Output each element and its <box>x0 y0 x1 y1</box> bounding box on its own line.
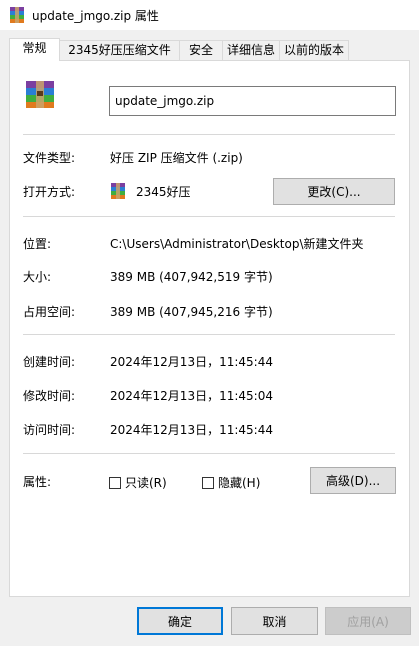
file-type-label: 文件类型: <box>23 151 76 165</box>
open-with-value: 2345好压 <box>136 185 191 199</box>
divider <box>23 334 395 335</box>
file-name-field[interactable] <box>109 86 396 116</box>
tab-2345-archive[interactable]: 2345好压压缩文件 <box>59 40 180 60</box>
divider <box>23 134 395 135</box>
divider <box>23 216 395 217</box>
hidden-label: 隐藏(H) <box>218 476 261 490</box>
divider <box>23 453 395 454</box>
location-label: 位置: <box>23 237 52 251</box>
archive-icon <box>10 7 24 23</box>
general-panel: 文件类型: 好压 ZIP 压缩文件 (.zip) 打开方式: 2345好压 更改… <box>9 60 410 597</box>
window-title: update_jmgo.zip 属性 <box>32 9 159 23</box>
readonly-label: 只读(R) <box>125 476 167 490</box>
readonly-checkbox[interactable]: 只读(R) <box>109 474 167 491</box>
archive-icon <box>26 81 54 108</box>
accessed-value: 2024年12月13日，11:45:44 <box>110 423 273 437</box>
tab-previous-versions[interactable]: 以前的版本 <box>279 40 349 60</box>
archive-icon <box>111 183 125 199</box>
size-on-disk-label: 占用空间: <box>23 305 76 319</box>
ok-button[interactable]: 确定 <box>137 607 223 635</box>
change-button[interactable]: 更改(C)... <box>273 178 395 205</box>
size-value: 389 MB (407,942,519 字节) <box>110 270 273 284</box>
modified-label: 修改时间: <box>23 389 76 403</box>
apply-button[interactable]: 应用(A) <box>325 607 411 635</box>
tab-security[interactable]: 安全 <box>179 40 223 60</box>
tab-general[interactable]: 常规 <box>9 38 60 61</box>
tab-details[interactable]: 详细信息 <box>222 40 280 60</box>
file-type-value: 好压 ZIP 压缩文件 (.zip) <box>110 151 243 165</box>
title-bar: update_jmgo.zip 属性 <box>0 0 419 30</box>
advanced-button[interactable]: 高级(D)... <box>310 467 396 494</box>
hidden-checkbox[interactable]: 隐藏(H) <box>202 474 260 491</box>
location-value: C:\Users\Administrator\Desktop\新建文件夹 <box>110 237 364 251</box>
checkbox-box[interactable] <box>202 476 214 489</box>
attributes-label: 属性: <box>23 475 52 489</box>
created-value: 2024年12月13日，11:45:44 <box>110 355 273 369</box>
modified-value: 2024年12月13日，11:45:04 <box>110 389 273 403</box>
checkbox-box[interactable] <box>109 476 121 489</box>
created-label: 创建时间: <box>23 355 76 369</box>
accessed-label: 访问时间: <box>23 423 76 437</box>
cancel-button[interactable]: 取消 <box>231 607 318 635</box>
size-on-disk-value: 389 MB (407,945,216 字节) <box>110 305 273 319</box>
size-label: 大小: <box>23 270 52 284</box>
tab-strip: 常规 2345好压压缩文件 安全 详细信息 以前的版本 <box>9 38 409 61</box>
open-with-label: 打开方式: <box>23 185 76 199</box>
